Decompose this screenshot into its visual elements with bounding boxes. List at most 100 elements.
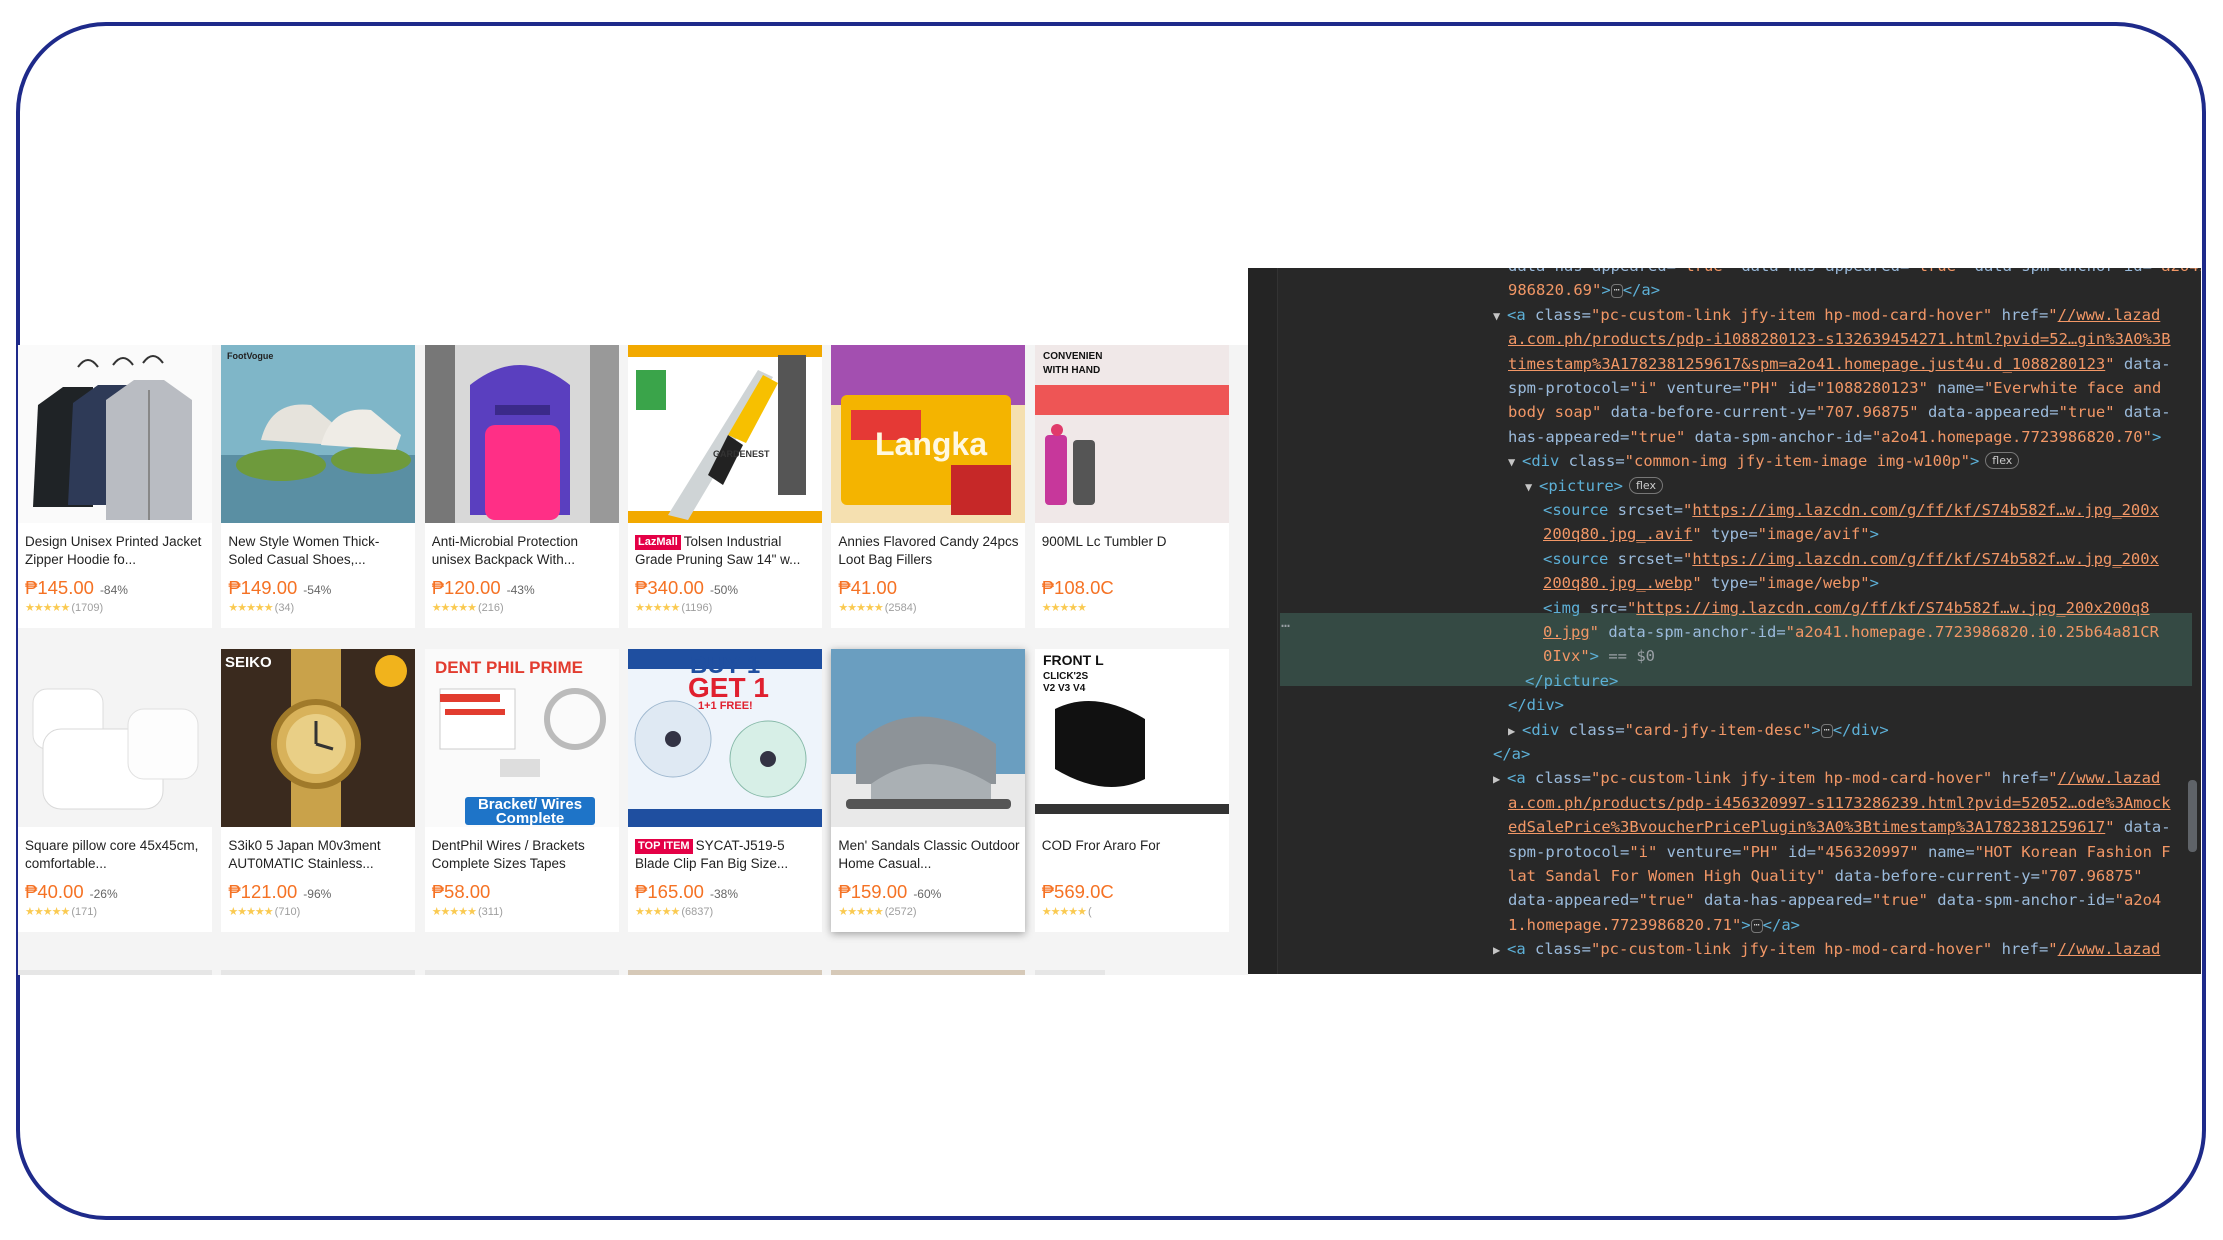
watch-image[interactable]: SEIKO [221, 649, 416, 828]
dom-tree-line[interactable]: 0.jpg" data-spm-anchor-id="a2o41.homepag… [1543, 620, 2159, 644]
flex-badge[interactable]: flex [1629, 476, 1664, 494]
dom-tree-line[interactable]: ▼ <picture> flex [1525, 474, 1664, 499]
dom-tree-line[interactable]: spm-protocol="i" venture="PH" id="456320… [1508, 840, 2171, 864]
product-title[interactable]: Men' Sandals Classic Outdoor Home Casual… [838, 837, 1021, 873]
attribute-value: "i" [1629, 379, 1658, 397]
attribute-link[interactable]: //www.lazad [2058, 306, 2161, 324]
dom-tree-line[interactable]: </picture> [1525, 669, 1618, 693]
candy-image[interactable]: Langka [831, 345, 1026, 523]
hoodie-image[interactable] [18, 345, 212, 523]
product-card[interactable]: BUY 1 GET 1 1+1 FREE! TOP ITEM SYCAT-J519-… [628, 649, 823, 933]
fan-image[interactable]: BUY 1 GET 1 1+1 FREE! [628, 649, 823, 828]
dom-tree-line[interactable]: body soap" data-before-current-y="707.96… [1508, 400, 2171, 424]
dom-tree-line[interactable]: ▶ <a class="pc-custom-link jfy-item hp-mo… [1493, 937, 2160, 961]
star-rating-icon: ★★★★★ [431, 602, 477, 614]
flex-badge[interactable]: flex [1985, 452, 2020, 470]
product-card[interactable]: Design Unisex Printed Jacket Zipper Hood… [18, 345, 212, 628]
price-row: ₱149.00 -54% [228, 577, 331, 599]
tumbler-image[interactable]: CONVENIEN WITH HAND [1034, 345, 1229, 523]
attribute-link[interactable]: https://img.lazcdn.com/g/ff/kf/S74b582f…… [1692, 550, 2159, 568]
mask-image-art: FRONT L CLICK'2S V2 V3 V4 [1034, 649, 1229, 828]
tumbler-image-art: CONVENIEN WITH HAND [1034, 345, 1229, 523]
dom-tree-line[interactable]: edSalePrice%3BvoucherPricePlugin%3A0%3Bt… [1508, 815, 2171, 839]
dom-tree-line[interactable]: <source srcset="https://img.lazcdn.com/g… [1543, 498, 2159, 522]
collapsed-ellipsis-icon[interactable]: ⋯ [1610, 284, 1623, 299]
dom-tree-line[interactable]: 200q80.jpg_.webp" type="image/webp"> [1543, 571, 1879, 595]
product-card[interactable]: FootVogue New Style Women Thick-Soled Cas… [221, 345, 416, 628]
attribute-link[interactable]: //www.lazad [2058, 769, 2161, 787]
product-card[interactable]: FRONT L CLICK'2S V2 V3 V4 COD Fror Araro … [1034, 649, 1229, 933]
rating-row: ★★★★★ [1042, 601, 1087, 614]
dom-tree-line[interactable]: 200q80.jpg_.avif" type="image/avif"> [1543, 522, 1879, 546]
dom-tree-line[interactable]: </div> [1508, 693, 1564, 717]
product-title[interactable]: 900ML Lc Tumbler D [1042, 533, 1225, 569]
rating-row: ★★★★★ (1196) [635, 601, 712, 614]
dom-tree-line[interactable]: ▼ <div class="common-img jfy-item-image i… [1508, 449, 2020, 474]
product-title[interactable]: DentPhil Wires / Brackets Complete Sizes… [432, 837, 615, 873]
dom-tree-line[interactable]: timestamp%3A1782381259617&spm=a2o41.home… [1508, 352, 2171, 376]
attribute-link[interactable]: timestamp%3A1782381259617&spm=a2o41.home… [1508, 355, 2105, 373]
rating-count: (6837) [681, 906, 714, 919]
product-title[interactable]: S3ik0 5 Japan M0v3ment AUT0MATIC Stainle… [228, 837, 411, 873]
attribute-link[interactable]: https://img.lazcdn.com/g/ff/kf/S74b582f…… [1692, 501, 2159, 519]
node-menu-icon[interactable]: … [1281, 613, 1290, 631]
attribute-link[interactable]: a.com.ph/products/pdp-i456320997-s117328… [1508, 794, 2171, 812]
product-card[interactable]: Men' Sandals Classic Outdoor Home Casual… [831, 649, 1026, 933]
expand-toggle-icon[interactable]: ▼ [1508, 450, 1522, 474]
product-title[interactable]: New Style Women Thick-Soled Casual Shoes… [228, 533, 411, 569]
product-card[interactable]: Langka Annies Flavored Candy 24pcs Loot B… [831, 345, 1026, 628]
expand-toggle-icon[interactable]: ▶ [1493, 938, 1507, 962]
brackets-image[interactable]: DENT PHIL PRIME Bracket/ Wires Complete [424, 649, 619, 828]
mask-image[interactable]: FRONT L CLICK'2S V2 V3 V4 [1034, 649, 1229, 828]
collapsed-ellipsis-icon[interactable]: ⋯ [1820, 723, 1833, 738]
dom-tree-line[interactable]: lat Sandal For Women High Quality" data-… [1508, 864, 2143, 888]
dom-tree-line[interactable]: data-appeared="true" data-has-appeared="… [1508, 888, 2161, 912]
devtools-scrollbar[interactable] [2188, 780, 2197, 852]
product-card[interactable]: DENT PHIL PRIME Bracket/ Wires Complete D… [424, 649, 619, 933]
dom-tree-line[interactable]: data-has-appeared="true" data-has-appear… [1508, 268, 2201, 278]
attribute-link[interactable]: https://img.lazcdn.com/g/ff/kf/S74b582f…… [1636, 599, 2149, 617]
product-discount: -50% [709, 583, 738, 597]
expand-toggle-icon[interactable]: ▼ [1525, 475, 1539, 499]
dom-tree-line[interactable]: spm-protocol="i" venture="PH" id="108828… [1508, 376, 2161, 400]
dom-tree-line[interactable]: a.com.ph/products/pdp-i456320997-s117328… [1508, 791, 2171, 815]
dom-tree-line[interactable]: has-appeared="true" data-spm-anchor-id="… [1508, 425, 2161, 449]
attribute-link[interactable]: 200q80.jpg_.avif [1543, 525, 1692, 543]
pillow-image[interactable] [18, 649, 212, 828]
expand-toggle-icon[interactable]: ▼ [1493, 304, 1507, 328]
attribute-link[interactable]: a.com.ph/products/pdp-i1088280123-s13263… [1508, 330, 2171, 348]
product-title[interactable]: Anti-Microbial Protection unisex Backpac… [432, 533, 615, 569]
dom-tree-line[interactable]: 986820.69"> ⋯ </a> [1508, 278, 1660, 302]
product-title[interactable]: Design Unisex Printed Jacket Zipper Hood… [25, 533, 208, 569]
expand-toggle-icon[interactable]: ▶ [1508, 719, 1522, 743]
backpack-image[interactable] [424, 345, 619, 523]
product-title[interactable]: Annies Flavored Candy 24pcs Loot Bag Fil… [838, 533, 1021, 569]
expand-toggle-icon[interactable]: ▶ [1493, 767, 1507, 791]
dom-tree-line[interactable]: a.com.ph/products/pdp-i1088280123-s13263… [1508, 327, 2171, 351]
shoes-image[interactable]: FootVogue [221, 345, 416, 523]
attribute-link[interactable]: 0.jpg [1543, 623, 1590, 641]
dom-tree-line[interactable]: ▼ <a class="pc-custom-link jfy-item hp-mo… [1493, 303, 2160, 327]
product-title[interactable]: COD Fror Araro For [1042, 837, 1225, 873]
product-title[interactable]: LazMall Tolsen Industrial Grade Pruning S… [635, 533, 818, 569]
product-card[interactable]: GARDENEST TOLSEN LazMall Tolsen Industrial… [628, 345, 823, 628]
dom-tree-line[interactable]: <source srcset="https://img.lazcdn.com/g… [1543, 547, 2159, 571]
attribute-link[interactable]: edSalePrice%3BvoucherPricePlugin%3A0%3Bt… [1508, 818, 2105, 836]
dom-tree-line[interactable]: </a> [1493, 742, 1530, 766]
dom-tree-line[interactable]: ▶ <div class="card-jfy-item-desc"> ⋯ </div> [1508, 718, 1889, 742]
product-card[interactable]: SEIKO S3ik0 5 Japan M0v3ment AUT0MATIC St… [221, 649, 416, 933]
dom-tree-line[interactable]: ▶ <a class="pc-custom-link jfy-item hp-mo… [1493, 766, 2160, 790]
pruning-saw-image[interactable]: GARDENEST TOLSEN [628, 345, 823, 523]
sandals-image[interactable] [831, 649, 1026, 828]
product-title[interactable]: Square pillow core 45x45cm, comfortable.… [25, 837, 208, 873]
attribute-link[interactable]: 200q80.jpg_.webp [1543, 574, 1692, 592]
collapsed-ellipsis-icon[interactable]: ⋯ [1750, 918, 1763, 933]
product-card[interactable]: CONVENIEN WITH HAND 900ML Lc Tumbler D ₱10… [1034, 345, 1229, 628]
dom-tree-line[interactable]: 1.homepage.7723986820.71"> ⋯ </a> [1508, 913, 1800, 937]
attribute-link[interactable]: //www.lazad [2058, 940, 2161, 958]
product-title[interactable]: TOP ITEM SYCAT-J519-5 Blade Clip Fan Big … [635, 837, 818, 873]
product-card[interactable]: Anti-Microbial Protection unisex Backpac… [424, 345, 619, 628]
dom-tree-line[interactable]: <img src="https://img.lazcdn.com/g/ff/kf… [1543, 596, 2150, 620]
product-card[interactable]: Square pillow core 45x45cm, comfortable.… [18, 649, 212, 933]
dom-tree-line[interactable]: 0Ivx"> == $0 [1543, 644, 1655, 668]
